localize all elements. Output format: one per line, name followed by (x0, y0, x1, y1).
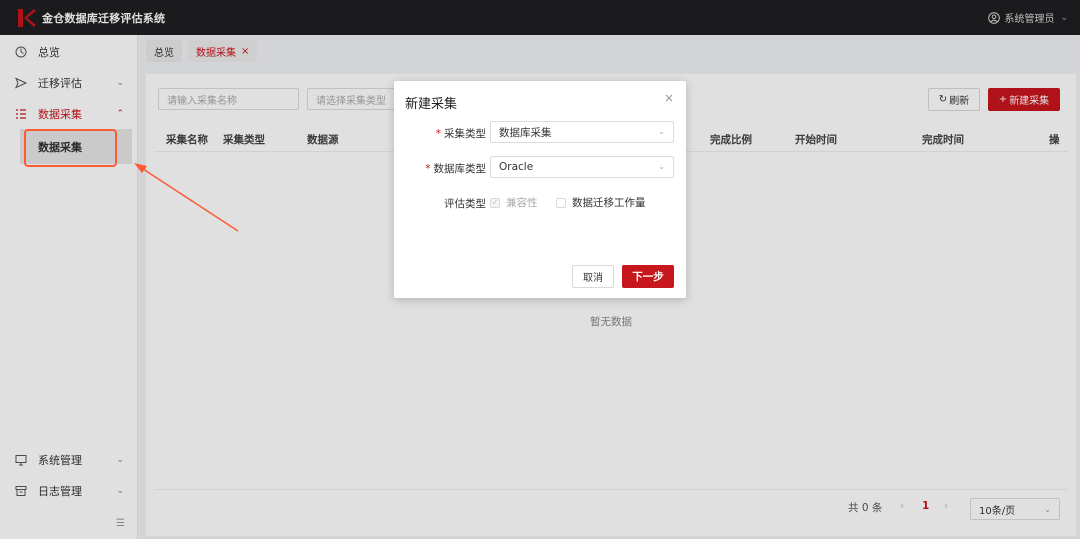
new-collect-dialog: 新建采集 × * 采集类型 数据库采集 ⌄ * 数据库类型 Oracle ⌄ 评估类… (394, 81, 686, 298)
check-icon: ✓ (490, 197, 500, 208)
db-type-label: * 数据库类型 (425, 163, 486, 175)
checkbox-label: 数据迁移工作量 (572, 197, 646, 209)
chevron-down-icon: ⌄ (658, 162, 665, 171)
migration-workload-checkbox[interactable]: 数据迁移工作量 (556, 195, 646, 210)
next-step-button[interactable]: 下一步 (622, 265, 674, 288)
dialog-title: 新建采集 (405, 97, 458, 112)
checkbox-box (556, 197, 566, 208)
db-type-select[interactable]: Oracle ⌄ (490, 156, 674, 178)
collect-type-select[interactable]: 数据库采集 ⌄ (490, 121, 674, 143)
select-value: 数据库采集 (499, 126, 552, 139)
select-value: Oracle (499, 161, 534, 173)
checkbox-label: 兼容性 (506, 197, 538, 209)
cancel-button[interactable]: 取消 (572, 265, 614, 288)
collect-type-label: * 采集类型 (435, 128, 486, 140)
chevron-down-icon: ⌄ (658, 127, 665, 136)
compat-checkbox[interactable]: ✓ 兼容性 (490, 195, 538, 210)
eval-type-label: 评估类型 (444, 198, 486, 210)
close-icon[interactable]: × (664, 91, 674, 105)
